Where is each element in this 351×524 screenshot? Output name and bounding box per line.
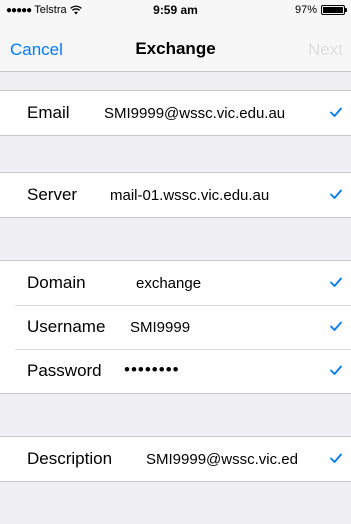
password-row[interactable]: Password ••••••••	[0, 349, 351, 393]
battery-icon	[321, 5, 347, 15]
credentials-group: Domain exchange Username SMI9999 Passwor…	[0, 260, 351, 394]
password-field[interactable]: ••••••••	[124, 360, 180, 380]
checkmark-icon	[330, 453, 342, 463]
checkmark-icon	[330, 189, 342, 199]
username-label: Username	[27, 317, 106, 336]
email-field[interactable]: SMI9999@wssc.vic.edu.au	[104, 105, 285, 122]
username-field[interactable]: SMI9999	[130, 319, 190, 336]
description-row[interactable]: Description SMI9999@wssc.vic.ed	[0, 437, 351, 481]
status-right: 97%	[294, 4, 347, 16]
server-label: Server	[27, 185, 78, 204]
status-bar: ●●●●● Telstra 9:59 am 97%	[0, 0, 351, 20]
server-group: Server mail-01.wssc.vic.edu.au	[0, 172, 351, 218]
battery-percent: 97%	[294, 4, 317, 16]
email-label: Email	[27, 103, 70, 122]
email-group: Email SMI9999@wssc.vic.edu.au	[0, 90, 351, 136]
email-row[interactable]: Email SMI9999@wssc.vic.edu.au	[0, 91, 351, 135]
domain-field[interactable]: exchange	[136, 275, 201, 292]
server-field[interactable]: mail-01.wssc.vic.edu.au	[110, 187, 269, 204]
password-label: Password	[27, 361, 102, 380]
next-button[interactable]: Next	[308, 40, 343, 60]
domain-label: Domain	[27, 273, 86, 292]
checkmark-icon	[330, 277, 342, 287]
navigation-bar: Cancel Exchange Next	[0, 20, 351, 72]
description-label: Description	[27, 449, 113, 468]
description-field[interactable]: SMI9999@wssc.vic.ed	[146, 451, 298, 468]
server-row[interactable]: Server mail-01.wssc.vic.edu.au	[0, 173, 351, 217]
checkmark-icon	[330, 107, 342, 117]
checkmark-icon	[330, 365, 342, 375]
description-group: Description SMI9999@wssc.vic.ed	[0, 436, 351, 482]
domain-row[interactable]: Domain exchange	[0, 261, 351, 305]
username-row[interactable]: Username SMI9999	[0, 305, 351, 349]
page-title: Exchange	[135, 39, 216, 58]
checkmark-icon	[330, 321, 342, 331]
